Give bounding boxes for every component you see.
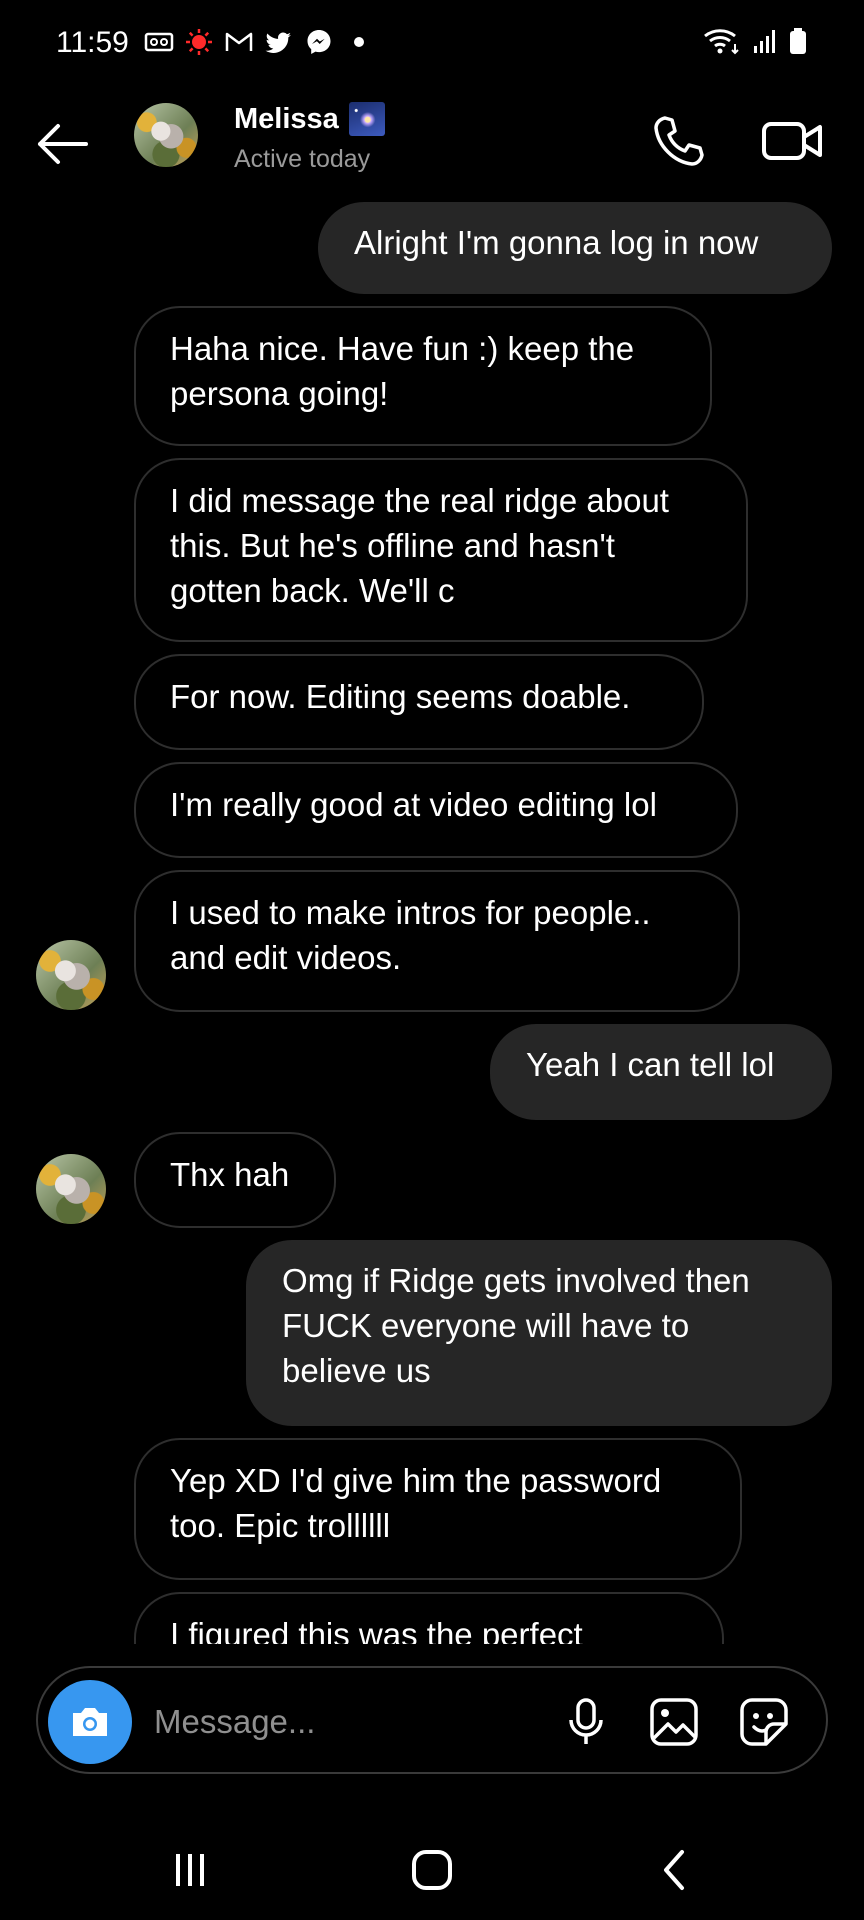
video-call-button[interactable] xyxy=(758,110,826,172)
message-composer xyxy=(36,1666,828,1774)
message-incoming[interactable]: Thx hah xyxy=(134,1132,336,1228)
message-thread[interactable]: Alright I'm gonna log in now Haha nice. … xyxy=(0,202,864,1644)
message-incoming[interactable]: I did message the real ridge about this.… xyxy=(134,458,748,642)
voice-message-button[interactable] xyxy=(558,1694,614,1750)
contact-status: Active today xyxy=(234,145,371,173)
message-incoming[interactable]: I'm really good at video editing lol xyxy=(134,762,738,858)
messenger-icon xyxy=(304,27,334,57)
arrow-left-icon xyxy=(38,124,88,164)
voicemail-icon xyxy=(144,27,174,57)
twitter-icon xyxy=(264,27,294,57)
more-notifications-dot-icon xyxy=(344,27,374,57)
phone-icon xyxy=(654,116,704,166)
notification-icons xyxy=(144,27,374,57)
chevron-left-icon xyxy=(664,1850,684,1890)
contact-name: Melissa xyxy=(234,102,339,135)
message-incoming[interactable]: Haha nice. Have fun :) keep the persona … xyxy=(134,306,712,446)
recent-apps-icon xyxy=(176,1854,204,1886)
camera-button[interactable] xyxy=(48,1680,132,1764)
recent-apps-button[interactable] xyxy=(160,1840,220,1900)
sticker-button[interactable] xyxy=(736,1694,792,1750)
status-time: 11:59 xyxy=(56,26,129,59)
contact-name-row[interactable]: Melissa xyxy=(234,102,385,136)
message-input[interactable] xyxy=(152,1696,556,1748)
home-icon xyxy=(412,1850,452,1890)
gmail-icon xyxy=(224,27,254,57)
message-outgoing[interactable]: Alright I'm gonna log in now xyxy=(318,202,832,294)
battery-icon xyxy=(788,26,808,61)
message-outgoing[interactable]: Omg if Ridge gets involved then FUCK eve… xyxy=(246,1240,832,1426)
microphone-icon xyxy=(569,1698,603,1744)
system-icons xyxy=(702,26,808,61)
status-bar: 11:59 xyxy=(0,0,864,88)
camera-icon xyxy=(73,1708,107,1736)
back-button[interactable] xyxy=(32,114,92,174)
sender-avatar[interactable] xyxy=(36,1154,106,1224)
video-camera-icon xyxy=(762,122,822,160)
audio-call-button[interactable] xyxy=(648,110,710,172)
message-outgoing[interactable]: Yeah I can tell lol xyxy=(490,1024,832,1120)
wifi-icon xyxy=(702,26,742,61)
sender-avatar[interactable] xyxy=(36,940,106,1010)
sticker-icon xyxy=(740,1698,788,1746)
signal-icon xyxy=(752,26,778,61)
message-incoming[interactable]: I figured this was the perfect xyxy=(134,1592,724,1644)
message-incoming[interactable]: I used to make intros for people.. and e… xyxy=(134,870,740,1012)
message-incoming[interactable]: Yep XD I'd give him the password too. Ep… xyxy=(134,1438,742,1580)
message-incoming[interactable]: For now. Editing seems doable. xyxy=(134,654,704,750)
gallery-button[interactable] xyxy=(646,1694,702,1750)
sparkle-emoji-icon xyxy=(348,102,385,136)
chat-header: Melissa Active today xyxy=(0,88,864,202)
record-icon xyxy=(184,27,214,57)
image-icon xyxy=(650,1698,698,1746)
contact-avatar[interactable] xyxy=(134,103,198,167)
back-nav-button[interactable] xyxy=(644,1840,704,1900)
home-button[interactable] xyxy=(402,1840,462,1900)
system-navigation-bar xyxy=(0,1820,864,1920)
